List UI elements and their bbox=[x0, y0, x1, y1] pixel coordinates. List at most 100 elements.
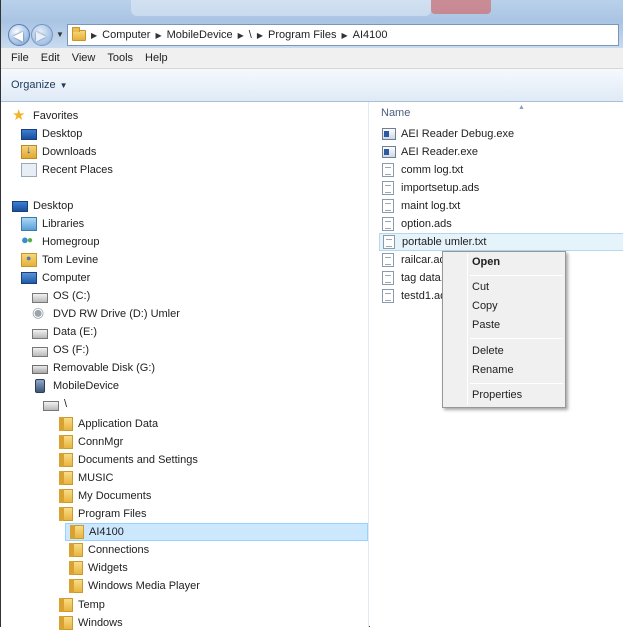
address-bar[interactable]: ▶ Computer ▶ MobileDevice ▶ \ ▶ Program … bbox=[67, 24, 619, 46]
tree-root[interactable]: \ bbox=[43, 395, 67, 413]
tree-favorites[interactable]: Favorites bbox=[12, 106, 78, 125]
tree-desktop[interactable]: Desktop bbox=[12, 197, 73, 215]
title-bar: ◀ ▶ ▼ ▶ Computer ▶ MobileDevice ▶ \ ▶ Pr… bbox=[1, 0, 623, 48]
removable-disk-icon bbox=[32, 365, 48, 374]
folder-icon bbox=[59, 435, 73, 449]
recent-pages-dropdown-icon[interactable]: ▼ bbox=[56, 30, 64, 39]
tree-folder-music[interactable]: MUSIC bbox=[59, 469, 113, 487]
tree-label: Application Data bbox=[78, 418, 159, 430]
column-header-name[interactable]: Name ▲ bbox=[381, 104, 525, 119]
context-menu-copy[interactable]: Copy bbox=[472, 300, 498, 312]
column-header-label: Name bbox=[381, 107, 411, 119]
context-menu-properties[interactable]: Properties bbox=[472, 389, 522, 401]
tree-folder-connmgr[interactable]: ConnMgr bbox=[59, 433, 123, 451]
tree-drive-f[interactable]: OS (F:) bbox=[32, 341, 89, 359]
tree-label: OS (C:) bbox=[53, 290, 91, 302]
breadcrumb-root[interactable]: \ bbox=[249, 29, 252, 41]
tree-folder-connections[interactable]: Connections bbox=[69, 541, 149, 559]
tree-downloads[interactable]: Downloads bbox=[21, 143, 96, 161]
context-menu: Open Cut Copy Paste Delete Rename Proper… bbox=[442, 251, 566, 408]
recent-places-icon bbox=[21, 163, 37, 177]
tree-folder-application-data[interactable]: Application Data bbox=[59, 415, 158, 433]
organize-button[interactable]: Organize ▼ bbox=[11, 79, 68, 91]
tree-label: Tom Levine bbox=[42, 254, 99, 266]
forward-button[interactable]: ▶ bbox=[31, 24, 53, 46]
tree-label: My Documents bbox=[78, 490, 152, 502]
menu-tools[interactable]: Tools bbox=[107, 52, 133, 64]
tree-drive-d[interactable]: DVD RW Drive (D:) Umler bbox=[32, 304, 180, 323]
chevron-right-icon[interactable]: ▶ bbox=[257, 31, 263, 40]
command-bar: Organize ▼ bbox=[1, 69, 623, 102]
tree-folder-widgets[interactable]: Widgets bbox=[69, 559, 128, 577]
chevron-right-icon[interactable]: ▶ bbox=[238, 31, 244, 40]
context-menu-cut[interactable]: Cut bbox=[472, 281, 489, 293]
tree-folder-windows-media-player[interactable]: Windows Media Player bbox=[69, 577, 200, 595]
tree-mobile-device[interactable]: MobileDevice bbox=[32, 377, 119, 395]
file-item[interactable]: AEI Reader Debug.exe bbox=[382, 125, 514, 143]
file-name: AEI Reader Debug.exe bbox=[401, 128, 515, 140]
tree-folder-temp[interactable]: Temp bbox=[59, 596, 105, 614]
menu-edit[interactable]: Edit bbox=[41, 52, 60, 64]
breadcrumb-program-files[interactable]: Program Files bbox=[268, 29, 336, 41]
context-menu-open[interactable]: Open bbox=[472, 256, 500, 268]
tree-drive-c[interactable]: OS (C:) bbox=[32, 287, 90, 305]
tree-recent-places[interactable]: Recent Places bbox=[21, 161, 113, 179]
close-button-partial[interactable] bbox=[431, 0, 491, 14]
tree-homegroup[interactable]: Homegroup bbox=[21, 232, 99, 251]
tree-label: Downloads bbox=[42, 146, 97, 158]
breadcrumb-mobiledevice[interactable]: MobileDevice bbox=[167, 29, 233, 41]
tree-computer[interactable]: Computer bbox=[21, 269, 90, 287]
file-name: option.ads bbox=[401, 218, 452, 230]
menu-help[interactable]: Help bbox=[145, 52, 168, 64]
tree-favorites-desktop[interactable]: Desktop bbox=[21, 125, 82, 143]
tree-folder-ai4100[interactable]: AI4100 bbox=[65, 523, 368, 541]
sort-ascending-icon: ▲ bbox=[518, 104, 525, 111]
file-item[interactable]: AEI Reader.exe bbox=[382, 143, 478, 161]
file-item[interactable]: railcar.ad bbox=[382, 251, 446, 269]
menu-bar: File Edit View Tools Help bbox=[1, 48, 623, 69]
user-folder-icon bbox=[21, 253, 37, 267]
tree-drive-e[interactable]: Data (E:) bbox=[32, 323, 97, 341]
tree-folder-my-documents[interactable]: My Documents bbox=[59, 487, 151, 505]
text-file-icon bbox=[382, 253, 394, 267]
chevron-right-icon[interactable]: ▶ bbox=[91, 31, 97, 40]
context-menu-separator bbox=[470, 275, 563, 276]
folder-icon bbox=[69, 561, 83, 575]
back-arrow-icon: ◀ bbox=[13, 28, 23, 43]
menu-file[interactable]: File bbox=[11, 52, 29, 64]
tree-label: Desktop bbox=[42, 128, 83, 140]
context-menu-paste[interactable]: Paste bbox=[472, 319, 500, 331]
breadcrumb-ai4100[interactable]: AI4100 bbox=[353, 29, 388, 41]
chevron-down-icon: ▼ bbox=[59, 81, 68, 90]
back-button[interactable]: ◀ bbox=[8, 24, 30, 46]
breadcrumb-computer[interactable]: Computer bbox=[102, 29, 150, 41]
tree-label: Documents and Settings bbox=[78, 454, 198, 466]
tree-label: Recent Places bbox=[42, 164, 113, 176]
tree-folder-documents-and-settings[interactable]: Documents and Settings bbox=[59, 451, 198, 469]
file-item[interactable]: tag data.t bbox=[382, 269, 447, 287]
file-item[interactable]: testd1.ad bbox=[382, 287, 446, 305]
file-item[interactable]: maint log.txt bbox=[382, 197, 460, 215]
folder-icon bbox=[69, 579, 83, 593]
menu-view[interactable]: View bbox=[72, 52, 96, 64]
file-item[interactable]: comm log.txt bbox=[382, 161, 463, 179]
application-icon bbox=[382, 146, 396, 158]
context-menu-delete[interactable]: Delete bbox=[472, 345, 504, 357]
tree-label: AI4100 bbox=[89, 526, 124, 538]
organize-label: Organize bbox=[11, 79, 56, 91]
folder-icon bbox=[59, 598, 73, 612]
chevron-right-icon[interactable]: ▶ bbox=[341, 31, 347, 40]
tree-label: Windows bbox=[78, 617, 123, 629]
tree-user[interactable]: Tom Levine bbox=[21, 251, 98, 269]
tree-label: Desktop bbox=[33, 200, 74, 212]
file-item[interactable]: option.ads bbox=[382, 215, 452, 233]
chevron-right-icon[interactable]: ▶ bbox=[155, 31, 161, 40]
file-item-selected[interactable]: portable umler.txt bbox=[379, 233, 623, 251]
file-item[interactable]: importsetup.ads bbox=[382, 179, 479, 197]
tree-folder-windows[interactable]: Windows bbox=[59, 614, 123, 632]
tree-drive-g[interactable]: Removable Disk (G:) bbox=[32, 359, 155, 377]
tree-libraries[interactable]: Libraries bbox=[21, 215, 84, 233]
context-menu-rename[interactable]: Rename bbox=[472, 364, 514, 376]
tree-folder-program-files[interactable]: Program Files bbox=[59, 505, 146, 523]
navigation-pane[interactable]: Favorites Desktop Downloads Recent Place… bbox=[1, 102, 369, 630]
